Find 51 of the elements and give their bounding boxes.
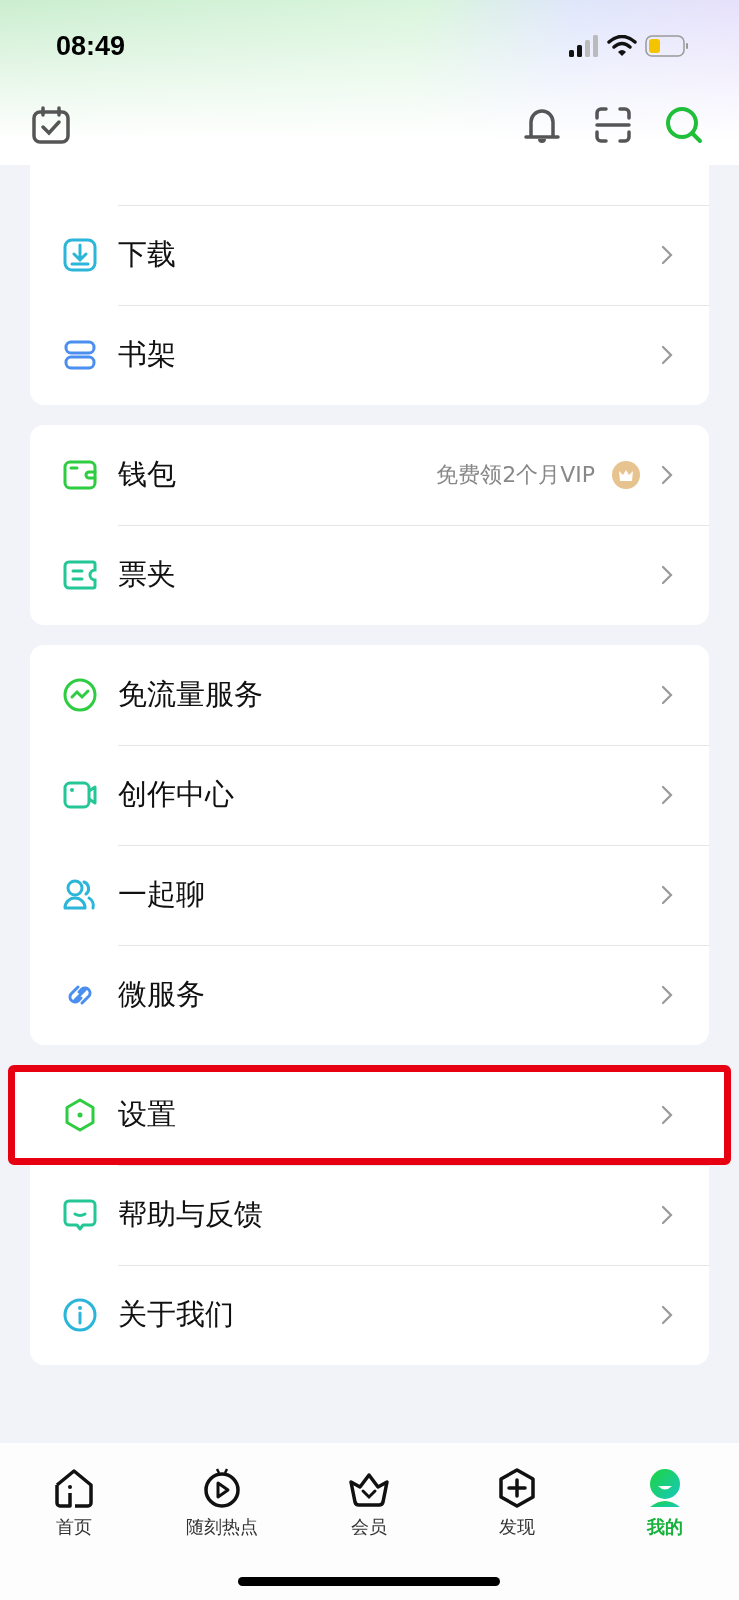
menu-label: 关于我们: [118, 1296, 235, 1333]
scan-icon[interactable]: [595, 106, 631, 143]
menu-row[interactable]: 创作中心: [30, 745, 709, 845]
chevron-right-icon: [661, 985, 673, 1005]
menu-row[interactable]: 微服务: [30, 945, 709, 1045]
people-icon: [62, 877, 98, 913]
menu-row[interactable]: 钱包 免费领2个月VIP: [30, 425, 709, 525]
signal-icon: [569, 35, 599, 57]
menu-row[interactable]: 书架: [30, 305, 709, 405]
home-icon: [52, 1467, 95, 1509]
menu-label: 帮助与反馈: [118, 1196, 264, 1233]
menu-row[interactable]: 关于我们: [30, 1265, 709, 1365]
clock-time: 08:49: [56, 30, 126, 62]
menu-label: 设置: [118, 1096, 177, 1133]
wifi-icon: [607, 35, 637, 57]
chevron-right-icon: [661, 1205, 673, 1225]
wave-circle-icon: [62, 677, 98, 713]
menu-label: 微服务: [118, 976, 206, 1013]
calendar-check-icon[interactable]: [32, 105, 70, 144]
menu-row[interactable]: 下载: [30, 205, 709, 305]
menu-row[interactable]: 一起聊: [30, 845, 709, 945]
menu-row[interactable]: 免流量服务: [30, 645, 709, 745]
chevron-right-icon: [661, 1305, 673, 1325]
chevron-right-icon: [661, 345, 673, 365]
chevron-right-icon: [661, 685, 673, 705]
promo-text: 免费领2个月VIP: [436, 461, 595, 489]
tab-bar-item[interactable]: 会员: [295, 1467, 444, 1539]
menu-label: 下载: [118, 236, 177, 273]
menu-row[interactable]: 帮助与反馈: [30, 1165, 709, 1265]
menu-row[interactable]: 票夹: [30, 525, 709, 625]
tab-bar-item[interactable]: 发现: [443, 1467, 592, 1539]
menu-label: 创作中心: [118, 776, 235, 813]
info-icon: [62, 1297, 98, 1333]
chevron-right-icon: [661, 245, 673, 265]
crown-badge-icon: [611, 460, 641, 490]
chevron-right-icon: [661, 565, 673, 585]
chat-bubble-icon: [62, 1197, 98, 1233]
chevron-right-icon: [661, 885, 673, 905]
chevron-right-icon: [661, 785, 673, 805]
menu-row[interactable]: 设置: [8, 1065, 731, 1165]
chevron-right-icon: [661, 465, 673, 485]
menu-label: 免流量服务: [118, 676, 264, 713]
menu-label: 书架: [118, 336, 177, 373]
download-icon: [62, 237, 98, 273]
tab-bar-item[interactable]: 首页: [0, 1467, 148, 1539]
menu-label: 钱包: [118, 456, 177, 493]
menu-label: 一起聊: [118, 876, 206, 913]
menu-label: 票夹: [118, 556, 177, 593]
tab-bar-item[interactable]: 随刻热点: [147, 1467, 296, 1539]
battery-icon: [645, 35, 689, 57]
chevron-right-icon: [661, 1105, 673, 1125]
